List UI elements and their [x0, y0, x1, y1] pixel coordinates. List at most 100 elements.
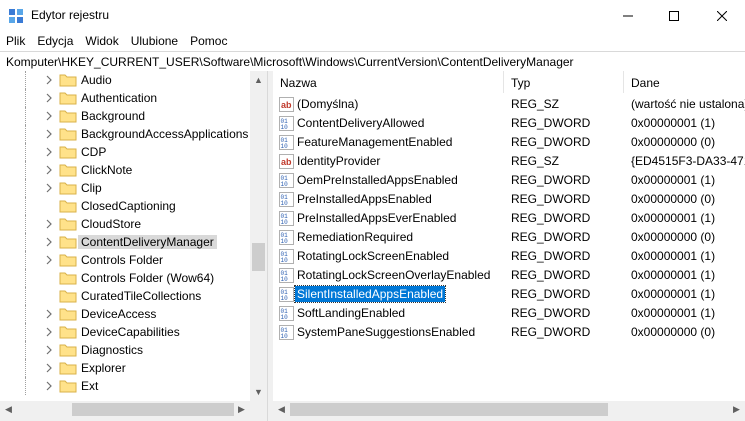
table-row[interactable]: 01 10 PreInstalledAppsEnabled REG_DWORD 0x00…	[273, 190, 745, 209]
list-horizontal-scrollbar[interactable]: ◀ ▶	[273, 401, 745, 421]
tree-guide-line	[25, 107, 26, 125]
value-name: (Domyślna)	[297, 97, 359, 111]
tree-item-label: Diagnostics	[81, 343, 144, 357]
table-row[interactable]: 01 10 OemPreInstalledAppsEnabled REG_DWORD 0…	[273, 171, 745, 190]
close-button[interactable]	[699, 0, 745, 31]
column-header-type[interactable]: Typ	[504, 71, 624, 93]
menu-view[interactable]: Widok	[79, 31, 124, 51]
maximize-button[interactable]	[651, 0, 697, 31]
tree-guide-line	[25, 71, 26, 89]
tree-item[interactable]: ClosedCaptioning	[0, 197, 250, 215]
tree-item[interactable]: CuratedTileCollections	[0, 287, 250, 305]
chevron-right-icon[interactable]	[44, 75, 54, 85]
folder-icon	[59, 181, 77, 195]
chevron-right-icon[interactable]	[44, 165, 54, 175]
folder-icon	[59, 325, 77, 339]
menu-favorites[interactable]: Ulubione	[125, 31, 184, 51]
tree-item[interactable]: Ext	[0, 377, 250, 395]
svg-text:10: 10	[281, 219, 289, 226]
list-horizontal-scroll-thumb[interactable]	[290, 403, 608, 416]
table-row[interactable]: 01 10 PreInstalledAppsEverEnabled REG_DWORD…	[273, 209, 745, 228]
tree-item[interactable]: ContentDeliveryManager	[0, 233, 250, 251]
address-bar[interactable]: Komputer\HKEY_CURRENT_USER\Software\Micr…	[0, 51, 745, 72]
column-header-data[interactable]: Dane	[624, 71, 745, 93]
scroll-right-arrow-icon[interactable]: ▶	[728, 401, 745, 418]
svg-text:10: 10	[281, 276, 289, 283]
tree-item[interactable]: Clip	[0, 179, 250, 197]
scroll-right-arrow-icon[interactable]: ▶	[233, 401, 250, 418]
tree-item[interactable]: Background	[0, 107, 250, 125]
tree-item-label: CloudStore	[81, 217, 142, 231]
svg-text:10: 10	[281, 314, 289, 321]
table-row[interactable]: ab (Domyślna) REG_SZ (wartość nie ustalona)	[273, 95, 745, 114]
table-row[interactable]: 01 10 RotatingLockScreenOverlayEnabled REG_…	[273, 266, 745, 285]
value-name: ContentDeliveryAllowed	[297, 116, 425, 130]
table-row[interactable]: 01 10 RemediationRequired REG_DWORD 0x000000…	[273, 228, 745, 247]
tree-item[interactable]: DeviceAccess	[0, 305, 250, 323]
svg-text:ab: ab	[281, 157, 292, 167]
tree-item-label: Ext	[81, 379, 99, 393]
tree-item[interactable]: DeviceCapabilities	[0, 323, 250, 341]
table-row[interactable]: 01 10 SystemPaneSuggestionsEnabled REG_DWOR…	[273, 323, 745, 342]
column-header-name[interactable]: Nazwa	[273, 71, 504, 93]
tree-guide-line	[25, 197, 26, 215]
chevron-right-icon[interactable]	[44, 183, 54, 193]
chevron-right-icon[interactable]	[44, 147, 54, 157]
svg-text:ab: ab	[281, 100, 292, 110]
scroll-left-arrow-icon[interactable]: ◀	[273, 401, 290, 418]
value-name: SoftLandingEnabled	[297, 306, 406, 320]
minimize-button[interactable]	[605, 0, 651, 31]
tree-item[interactable]: ClickNote	[0, 161, 250, 179]
value-type: REG_DWORD	[511, 173, 591, 187]
chevron-right-icon[interactable]	[44, 327, 54, 337]
chevron-right-icon[interactable]	[44, 237, 54, 247]
chevron-right-icon[interactable]	[44, 129, 54, 139]
chevron-right-icon[interactable]	[44, 93, 54, 103]
tree-item[interactable]: Explorer	[0, 359, 250, 377]
tree-item-label: Controls Folder (Wow64)	[81, 271, 215, 285]
scroll-left-arrow-icon[interactable]: ◀	[0, 401, 17, 418]
tree-item[interactable]: Diagnostics	[0, 341, 250, 359]
value-data: 0x00000000 (0)	[631, 325, 716, 339]
tree-guide-line	[25, 269, 26, 287]
chevron-right-icon[interactable]	[44, 363, 54, 373]
tree-item[interactable]: Controls Folder	[0, 251, 250, 269]
chevron-right-icon[interactable]	[44, 309, 54, 319]
menu-file[interactable]: Plik	[0, 31, 31, 51]
folder-icon	[59, 253, 77, 267]
tree-item[interactable]: BackgroundAccessApplications	[0, 125, 250, 143]
tree-guide-line	[25, 323, 26, 341]
tree-horizontal-scroll-thumb[interactable]	[72, 403, 234, 416]
tree-item-label: CDP	[81, 145, 107, 159]
folder-icon	[59, 73, 77, 87]
table-row[interactable]: 01 10 SilentInstalledAppsEnabled REG_DWORD 0…	[273, 285, 745, 304]
tree-item-label: Explorer	[81, 361, 126, 375]
chevron-right-icon[interactable]	[44, 111, 54, 121]
menu-bar: Plik Edycja Widok Ulubione Pomoc	[0, 31, 745, 51]
tree-item[interactable]: CloudStore	[0, 215, 250, 233]
tree-item-label: Authentication	[81, 91, 158, 105]
menu-help[interactable]: Pomoc	[184, 31, 233, 51]
table-row[interactable]: 01 10 ContentDeliveryAllowed REG_DWORD 0x000…	[273, 114, 745, 133]
table-row[interactable]: ab IdentityProvider REG_SZ {ED4515F3-DA33-4…	[273, 152, 745, 171]
table-row[interactable]: 01 10 FeatureManagementEnabled REG_DWORD 0x0…	[273, 133, 745, 152]
chevron-right-icon[interactable]	[44, 219, 54, 229]
chevron-right-icon[interactable]	[44, 345, 54, 355]
registry-editor-icon	[8, 8, 24, 24]
tree-item[interactable]: Authentication	[0, 89, 250, 107]
scroll-down-arrow-icon[interactable]: ▼	[250, 383, 267, 400]
tree-horizontal-scrollbar[interactable]: ◀ ▶	[0, 401, 250, 421]
address-path[interactable]: Komputer\HKEY_CURRENT_USER\Software\Micr…	[6, 55, 574, 69]
menu-edit[interactable]: Edycja	[31, 31, 79, 51]
tree-item[interactable]: Controls Folder (Wow64)	[0, 269, 250, 287]
scroll-up-arrow-icon[interactable]: ▲	[250, 71, 267, 88]
svg-text:10: 10	[281, 200, 289, 207]
chevron-right-icon[interactable]	[44, 381, 54, 391]
table-row[interactable]: 01 10 SoftLandingEnabled REG_DWORD 0x0000000…	[273, 304, 745, 323]
tree-item[interactable]: Audio	[0, 71, 250, 89]
tree-vertical-scrollbar[interactable]: ▲ ▼	[250, 71, 267, 421]
tree-item[interactable]: CDP	[0, 143, 250, 161]
table-row[interactable]: 01 10 RotatingLockScreenEnabled REG_DWORD 0x…	[273, 247, 745, 266]
chevron-right-icon[interactable]	[44, 255, 54, 265]
tree-vertical-scroll-thumb[interactable]	[252, 243, 265, 271]
